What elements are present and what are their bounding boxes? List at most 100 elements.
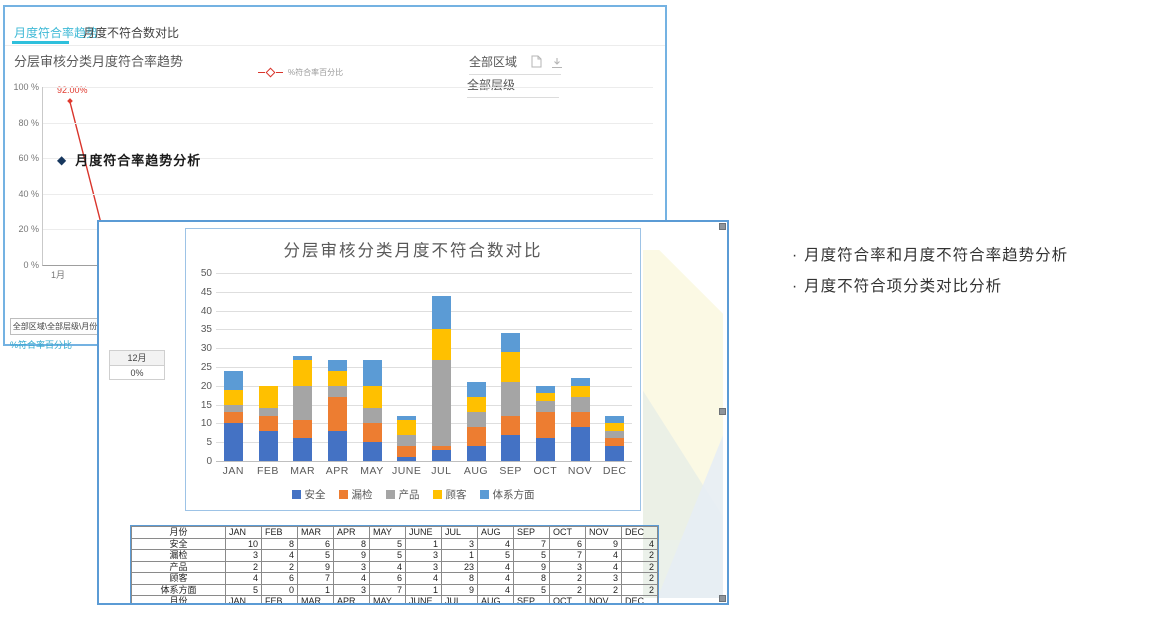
bar-segment	[467, 382, 486, 397]
table-cell: 月份	[132, 596, 226, 606]
bar-segment	[536, 401, 555, 412]
note-item: · 月度符合率和月度不符合率趋势分析	[792, 240, 1068, 271]
table-row-label: 漏检	[132, 550, 226, 562]
x-axis-label: NOV	[563, 465, 598, 477]
table-cell: 4	[478, 573, 514, 585]
y-axis-tick-label: 5	[188, 437, 212, 448]
table-cell: 4	[478, 538, 514, 550]
table-cell: 3	[334, 561, 370, 573]
region-filter-dropdown[interactable]: 全部区域	[469, 53, 561, 75]
table-cell: 9	[298, 561, 334, 573]
table-cell: 6	[298, 538, 334, 550]
table-cell: 7	[514, 538, 550, 550]
resize-handle-bottom-right[interactable]	[719, 595, 726, 602]
resize-handle-right[interactable]	[719, 408, 726, 415]
gridline	[216, 329, 632, 330]
stacked-bar-jul	[432, 296, 451, 461]
table-cell: MAY	[370, 527, 406, 539]
tab-divider	[5, 45, 665, 46]
x-axis-label: SEP	[493, 465, 528, 477]
bar-segment	[571, 412, 590, 427]
bar-segment	[571, 378, 590, 386]
diamond-bullet-icon: ◆	[57, 154, 66, 166]
note-bullet: ·	[792, 247, 798, 264]
x-axis-label: JAN	[216, 465, 251, 477]
trend-chart-legend[interactable]: %符合率百分比	[258, 67, 343, 78]
table-cell: MAR	[298, 596, 334, 606]
stacked-bar-oct	[536, 386, 555, 461]
note-item: ·月度不符合项分类对比分析	[792, 271, 1068, 302]
table-row: 体系方面501371945222	[132, 584, 658, 596]
bar-segment	[605, 423, 624, 431]
table-cell: 8	[262, 538, 298, 550]
table-cell: 3	[226, 550, 262, 562]
document-icon[interactable]	[531, 55, 542, 73]
table-cell: SEP	[514, 596, 550, 606]
bar-segment	[224, 412, 243, 423]
table-cell: 2	[622, 584, 658, 596]
table-cell: AUG	[478, 596, 514, 606]
stacked-bar-nov	[571, 378, 590, 461]
table-cell: 9	[442, 584, 478, 596]
stacked-bar-feb	[259, 386, 278, 461]
table-cell: SEP	[514, 527, 550, 539]
pivot-header-cell: 全部区域\全部层级\月份	[10, 318, 100, 335]
table-cell: 10	[226, 538, 262, 550]
table-cell: AUG	[478, 527, 514, 539]
table-cell: OCT	[550, 596, 586, 606]
bar-segment	[259, 431, 278, 461]
y-axis-tick-label: 0 %	[7, 260, 39, 270]
bar-segment	[536, 393, 555, 401]
trend-annotation: ◆ 月度符合率趋势分析	[57, 150, 201, 169]
bar-segment	[501, 416, 520, 435]
table-cell: 4	[586, 550, 622, 562]
bar-segment	[328, 371, 347, 386]
data-table: 月份JANFEBMARAPRMAYJUNEJULAUGSEPOCTNOVDEC安…	[130, 525, 659, 605]
x-axis-label: FEB	[251, 465, 286, 477]
table-cell: 23	[442, 561, 478, 573]
gridline	[43, 87, 653, 88]
bar-segment	[501, 333, 520, 352]
fragment-value-cell: 0%	[109, 365, 165, 380]
table-cell: 4	[334, 573, 370, 585]
page: 月度符合率趋势 月度不符合数对比 分层审核分类月度符合率趋势 %符合率百分比 全…	[0, 0, 1170, 618]
bar-segment	[467, 446, 486, 461]
legend-swatch-icon	[386, 490, 395, 499]
note-text: 月度不符合项分类对比分析	[804, 278, 1002, 295]
legend-label: 产品	[399, 487, 420, 502]
y-axis-tick-label: 35	[188, 324, 212, 335]
gridline	[216, 273, 632, 274]
y-axis-tick-label: 100 %	[7, 82, 39, 92]
gridline	[216, 292, 632, 293]
active-tab-indicator	[12, 41, 69, 44]
resize-handle-top-right[interactable]	[719, 223, 726, 230]
bar-segment	[224, 390, 243, 405]
gridline	[216, 367, 632, 368]
bar-chart-card: 分层审核分类月度不符合数对比 50454035302520151050 JANF…	[185, 228, 641, 511]
bar-segment	[432, 450, 451, 461]
table-header-row: 月份JANFEBMARAPRMAYJUNEJULAUGSEPOCTNOVDEC	[132, 527, 658, 539]
x-axis-label: MAY	[355, 465, 390, 477]
download-icon[interactable]	[551, 56, 563, 74]
bar-chart-title: 分层审核分类月度不符合数对比	[186, 237, 640, 261]
table-cell: 8	[334, 538, 370, 550]
bar-segment	[363, 442, 382, 461]
bar-segment	[501, 382, 520, 416]
table-cell: 0	[262, 584, 298, 596]
stacked-bar-dec	[605, 416, 624, 461]
note-text: 月度符合率和月度不符合率趋势分析	[804, 247, 1068, 264]
table-cell: JUL	[442, 527, 478, 539]
bar-segment	[605, 446, 624, 461]
table-cell: 3	[406, 550, 442, 562]
bar-segment	[397, 457, 416, 461]
table-cell: 5	[226, 584, 262, 596]
table-cell: DEC	[622, 527, 658, 539]
table-cell: APR	[334, 596, 370, 606]
y-axis-tick-label: 0	[188, 456, 212, 467]
bar-segment	[328, 360, 347, 371]
tab-monthly-nonconformity-comparison[interactable]: 月度不符合数对比	[83, 24, 179, 41]
legend-swatch-icon	[433, 490, 442, 499]
table-cell: 2	[550, 573, 586, 585]
table-cell: 2	[622, 561, 658, 573]
comparison-popup[interactable]: 12月 0% 分层审核分类月度不符合数对比 504540353025201510…	[97, 220, 729, 605]
